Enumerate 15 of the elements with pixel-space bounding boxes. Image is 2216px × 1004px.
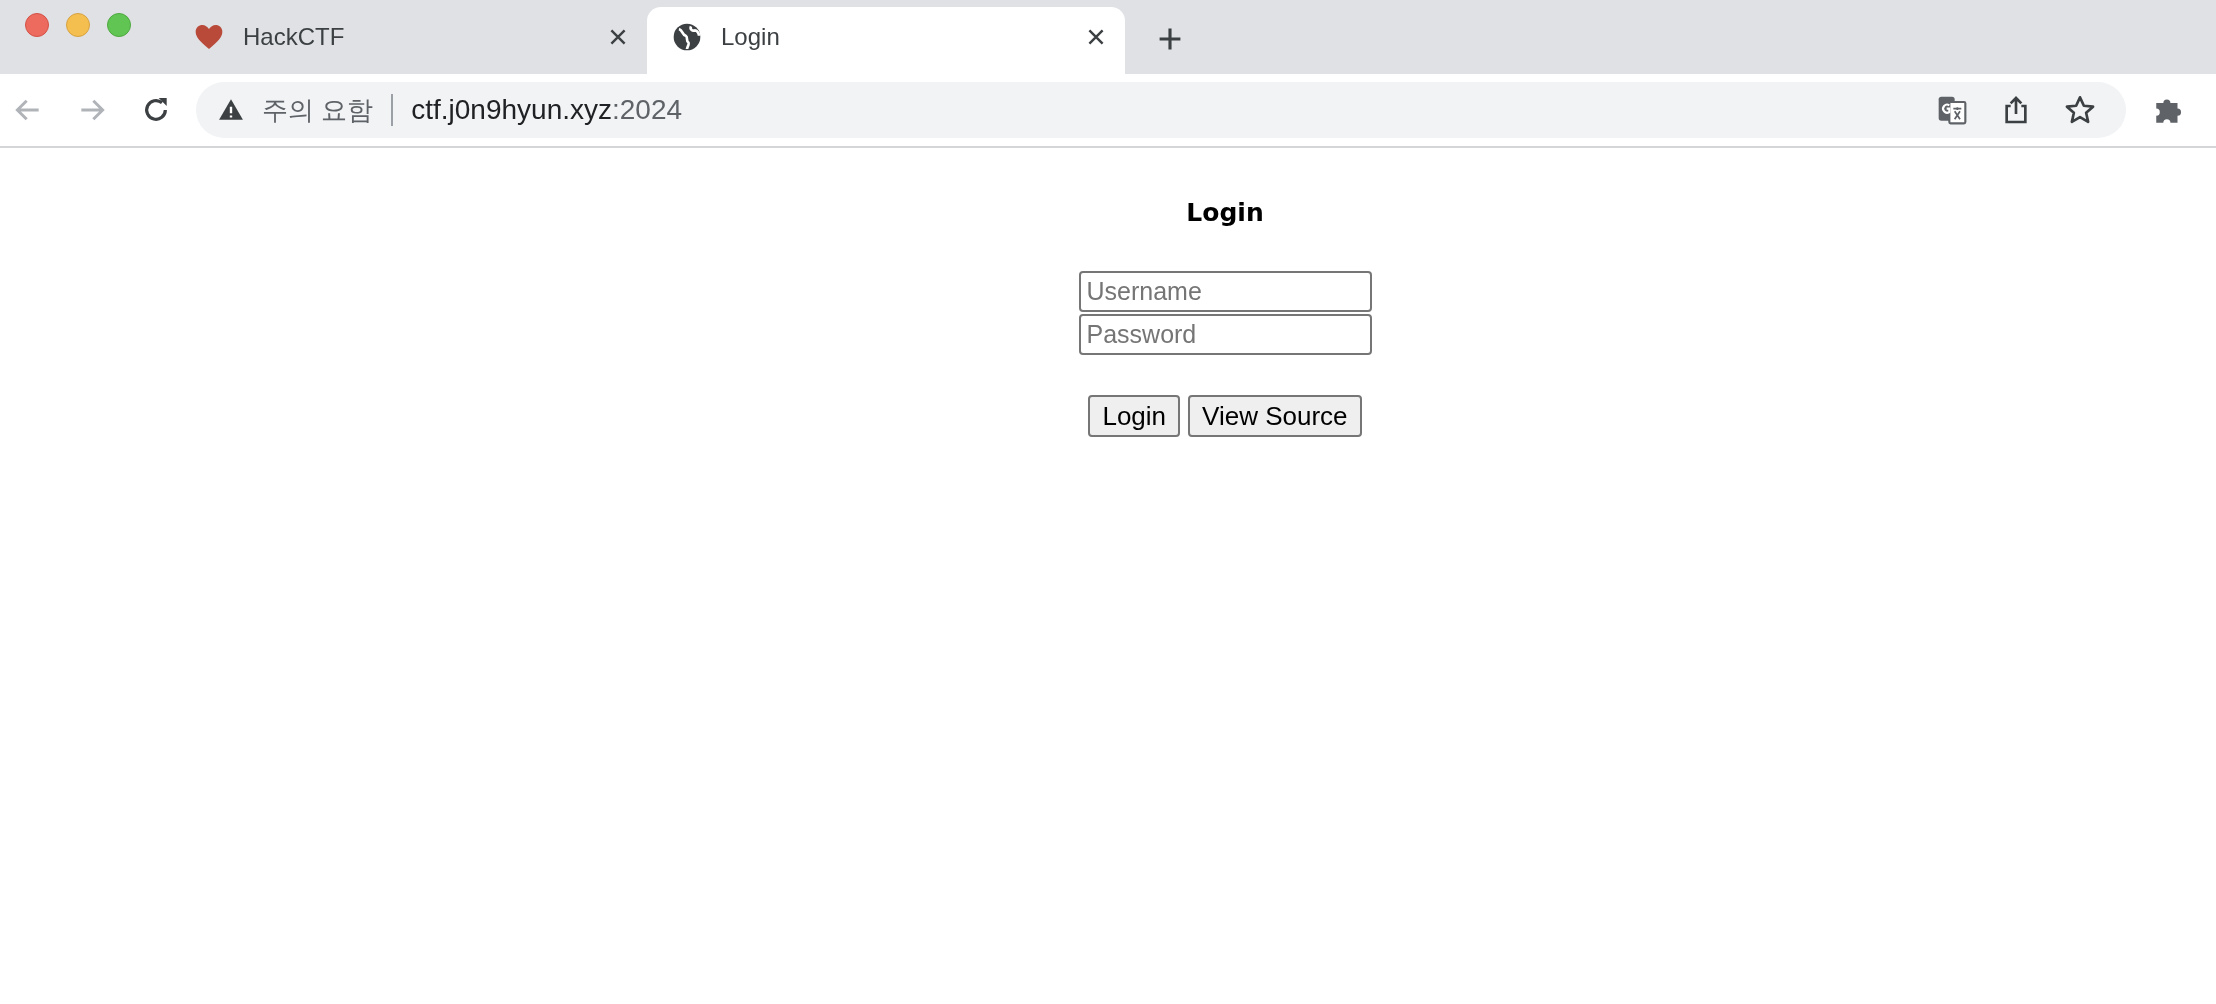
form-button[interactable]: Login bbox=[1088, 395, 1181, 437]
new-tab-icon[interactable] bbox=[1157, 26, 1183, 52]
browser-tab[interactable]: HackCTF bbox=[169, 7, 647, 74]
security-label: 주의 요함 bbox=[262, 93, 374, 127]
browser-tab[interactable]: Login bbox=[647, 7, 1125, 74]
translate-icon[interactable] bbox=[1936, 94, 1968, 126]
text-input-field[interactable]: Password bbox=[1078, 314, 1372, 355]
url-text: ctf.j0n9hyun.xyz:2024 bbox=[411, 94, 683, 126]
bookmark-star-icon[interactable] bbox=[2064, 94, 2096, 126]
text-input-field[interactable]: Username bbox=[1078, 271, 1372, 312]
address-bar[interactable]: 주의 요함 ctf.j0n9hyun.xyz:2024 bbox=[196, 82, 2126, 138]
close-window-button[interactable] bbox=[25, 13, 49, 37]
login-heading: Login bbox=[1186, 198, 1264, 227]
warning-icon bbox=[218, 97, 244, 123]
form-button[interactable]: View Source bbox=[1188, 395, 1362, 437]
